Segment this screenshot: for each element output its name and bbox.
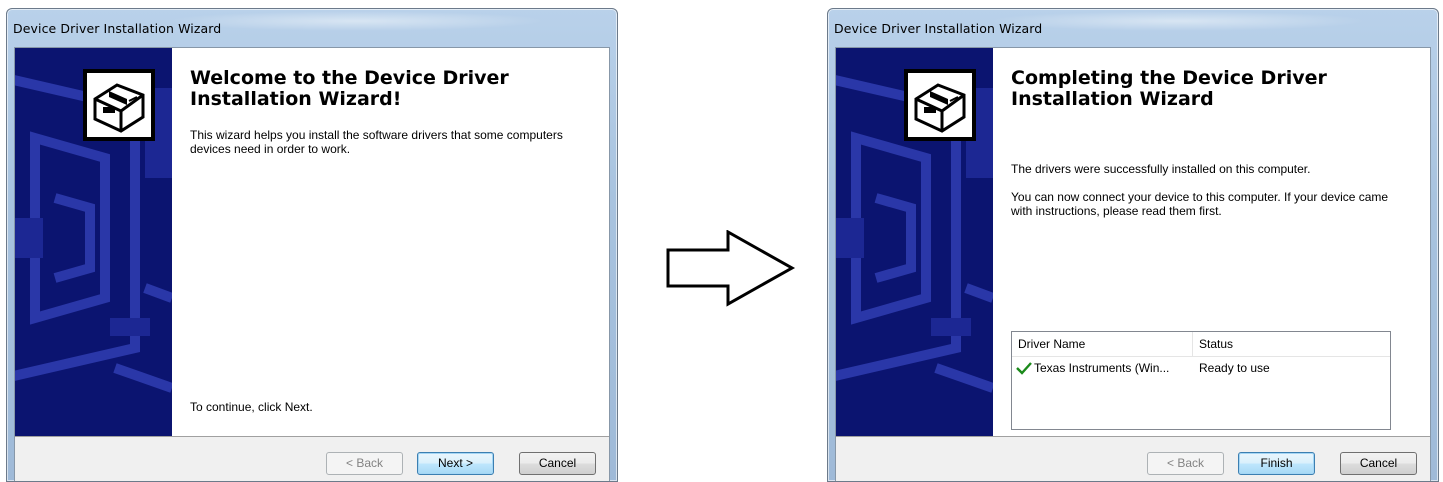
success-message: The drivers were successfully installed … [1011, 162, 1311, 176]
table-row[interactable]: Texas Instruments (Win... Ready to use [1012, 358, 1390, 378]
wizard-sidebar-banner [836, 48, 993, 436]
continue-instruction: To continue, click Next. [190, 400, 313, 414]
check-icon [1016, 358, 1032, 378]
back-button[interactable]: < Back [326, 452, 403, 475]
finish-button[interactable]: Finish [1238, 452, 1315, 475]
back-button[interactable]: < Back [1147, 452, 1224, 475]
table-header: Driver Name Status [1012, 332, 1390, 357]
column-header-status[interactable]: Status [1193, 332, 1390, 356]
cancel-button[interactable]: Cancel [1340, 452, 1417, 475]
title-bar-glow [167, 11, 547, 31]
page-title: Welcome to the Device Driver Installatio… [190, 67, 509, 110]
driver-name-cell: Texas Instruments (Win... [1034, 361, 1170, 375]
wizard-content-panel: Welcome to the Device Driver Installatio… [172, 48, 609, 436]
wizard-content-panel: Completing the Device Driver Installatio… [993, 48, 1430, 436]
title-bar[interactable]: Device Driver Installation Wizard [828, 9, 1438, 47]
connect-device-message: You can now connect your device to this … [1011, 190, 1389, 218]
device-driver-icon [904, 69, 976, 141]
wizard-window-welcome: Device Driver Installation Wizard Welcom… [6, 8, 618, 482]
cancel-button[interactable]: Cancel [519, 452, 596, 475]
device-driver-icon [83, 69, 155, 141]
window-title: Device Driver Installation Wizard [13, 21, 222, 36]
page-title: Completing the Device Driver Installatio… [1011, 67, 1327, 110]
title-bar-glow [988, 11, 1368, 31]
wizard-sidebar-banner [15, 48, 172, 436]
window-title: Device Driver Installation Wizard [834, 21, 1043, 36]
driver-status-cell: Ready to use [1199, 361, 1270, 375]
wizard-client-area: Welcome to the Device Driver Installatio… [14, 47, 610, 481]
column-header-driver-name[interactable]: Driver Name [1012, 332, 1192, 356]
driver-status-table[interactable]: Driver Name Status Texas Instruments (Wi… [1011, 331, 1391, 430]
right-arrow-icon [666, 230, 796, 307]
wizard-description: This wizard helps you install the softwa… [190, 128, 563, 156]
title-bar[interactable]: Device Driver Installation Wizard [7, 9, 617, 47]
wizard-window-completed: Device Driver Installation Wizard Comple… [827, 8, 1439, 482]
wizard-client-area: Completing the Device Driver Installatio… [835, 47, 1431, 481]
next-button[interactable]: Next > [417, 452, 494, 475]
